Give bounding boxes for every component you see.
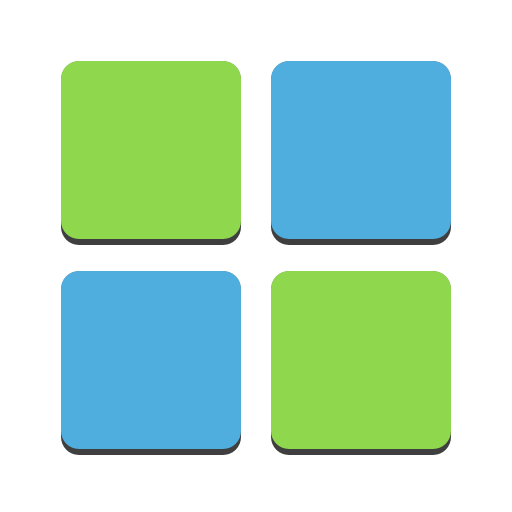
tile-top-right [271, 61, 451, 245]
tile-bottom-left-face [61, 271, 241, 449]
tile-top-right-face [271, 61, 451, 239]
tile-top-left [61, 61, 241, 245]
tile-bottom-right [271, 271, 451, 455]
tile-bottom-left [61, 271, 241, 455]
tile-top-left-face [61, 61, 241, 239]
tile-bottom-right-face [271, 271, 451, 449]
app-grid-icon [0, 0, 512, 512]
